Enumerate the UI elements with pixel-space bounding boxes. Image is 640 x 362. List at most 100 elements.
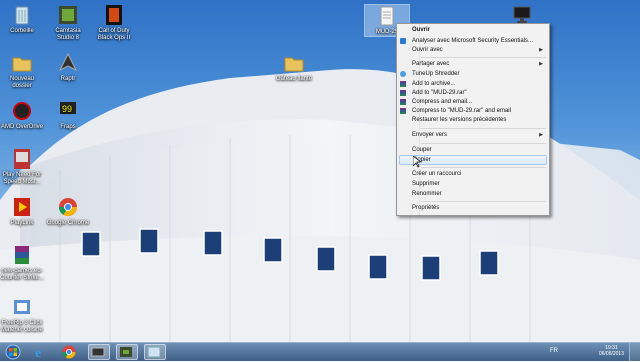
language-indicator[interactable]: FR: [550, 348, 558, 354]
taskbar-window-button[interactable]: [144, 344, 166, 360]
recycle-bin-shortcut[interactable]: Corbeille: [0, 4, 44, 35]
menu-item-add-to-rar[interactable]: Add to "MUD-29.rar": [399, 89, 547, 98]
context-menu: Ouvrir Analyser avec Microsoft Security …: [396, 23, 550, 216]
menu-item-restaurer-versions[interactable]: Restaurer les versions précédentes: [399, 116, 547, 125]
menu-item-label: Partager avec: [412, 61, 450, 67]
shortcut-label: Gâteau flanté: [275, 76, 313, 82]
show-desktop-button[interactable]: [629, 343, 640, 361]
freerip-shortcut[interactable]: FreeRip 3 Click Matériel cuisine: [0, 296, 44, 334]
menu-item-envoyer-vers[interactable]: Envoyer vers ▶: [399, 131, 547, 140]
recycle-bin-icon: [11, 4, 33, 26]
menu-separator: [421, 201, 546, 202]
winrar-icon: [400, 108, 406, 114]
menu-item-tuneup-shredder[interactable]: TuneUp Shredder: [399, 70, 547, 79]
camtasia-taskbar-icon: [120, 347, 132, 357]
app-window-taskbar-icon: [147, 346, 161, 358]
menu-item-copier[interactable]: Copier: [399, 155, 547, 165]
menu-item-ouvrir[interactable]: Ouvrir: [399, 26, 547, 35]
menu-item-couper[interactable]: Couper: [399, 146, 547, 155]
shortcut-label: new-games.eu-Counter-Strike...: [0, 268, 44, 281]
shortcut-label: Fraps: [60, 124, 76, 130]
shortcut-label: Nouveau dossier: [9, 76, 35, 89]
taskbar: e FR 19:31 06/08/2013: [0, 342, 640, 361]
shortcut-label: Call of Duty Black Ops II: [97, 28, 131, 41]
menu-item-renommer[interactable]: Renommer: [399, 190, 547, 199]
menu-item-proprietes[interactable]: Propriétés: [399, 204, 547, 213]
menu-item-ouvrir-avec[interactable]: Ouvrir avec ▶: [399, 46, 547, 55]
menu-item-label: Compress to "MUD-29.rar" and email: [412, 108, 511, 114]
menu-separator: [421, 57, 546, 58]
menu-item-label: Compress and email...: [412, 99, 473, 105]
taskbar-chrome-button[interactable]: [60, 344, 82, 360]
security-essentials-icon: [400, 38, 406, 44]
shortcut-label: Camtasia Studio 8: [55, 28, 81, 41]
fraps-shortcut[interactable]: 99 Fraps: [46, 100, 90, 131]
menu-item-label: Couper: [412, 147, 432, 153]
winrar-icon: [400, 99, 406, 105]
new-folder-shortcut[interactable]: Nouveau dossier: [0, 52, 44, 90]
menu-item-security-essentials[interactable]: Analyser avec Microsoft Security Essenti…: [399, 37, 547, 46]
amd-icon: [11, 100, 33, 122]
shortcut-label: Play Need For Speed Most...: [2, 172, 42, 185]
menu-separator: [421, 167, 546, 168]
menu-item-supprimer[interactable]: Supprimer: [399, 180, 547, 189]
nfs-shortcut[interactable]: Play Need For Speed Most...: [0, 148, 44, 186]
menu-item-label: Créer un raccourci: [412, 171, 462, 177]
start-button[interactable]: [4, 344, 26, 360]
winrar-archive-shortcut[interactable]: new-games.eu-Counter-Strike...: [0, 244, 44, 282]
menu-item-label: TuneUp Shredder: [412, 71, 460, 77]
shortcut-label: Google Chrome: [46, 220, 90, 226]
system-clock[interactable]: 19:31 06/08/2013: [599, 345, 624, 357]
taskbar-ie-button[interactable]: e: [32, 344, 54, 361]
fraps-icon: 99: [57, 100, 79, 122]
winrar-icon: [11, 244, 33, 266]
start-orb-icon: [5, 344, 21, 360]
camtasia-shortcut[interactable]: Camtasia Studio 8: [46, 4, 90, 42]
submenu-arrow-icon: ▶: [539, 61, 543, 67]
raptr-shortcut[interactable]: Raptr: [46, 52, 90, 83]
menu-separator: [421, 128, 546, 129]
mouse-cursor-icon: [413, 156, 421, 168]
menu-item-label: Restaurer les versions précédentes: [412, 117, 507, 123]
winrar-icon: [400, 81, 406, 87]
menu-item-label: Add to "MUD-29.rar": [412, 90, 467, 96]
chrome-shortcut[interactable]: Google Chrome: [46, 196, 90, 227]
menu-item-compress-rar-email[interactable]: Compress to "MUD-29.rar" and email: [399, 107, 547, 116]
new-folder-icon: [11, 52, 33, 74]
shortcut-label: PlayLink: [10, 220, 34, 226]
amd-shortcut[interactable]: AMD OverDrive: [0, 100, 44, 131]
tuneup-icon: [400, 71, 406, 77]
camtasia-icon: [57, 4, 79, 26]
chrome-icon: [62, 345, 76, 359]
desktop[interactable]: Corbeille Camtasia Studio 8 Call of Duty…: [0, 0, 640, 342]
winrar-icon: [400, 90, 406, 96]
svg-text:e: e: [35, 346, 41, 360]
submenu-arrow-icon: ▶: [539, 47, 543, 53]
taskbar-app-button[interactable]: [88, 344, 110, 360]
app-taskbar-icon: [91, 347, 105, 357]
folder-shortcut[interactable]: Gâteau flanté: [272, 52, 316, 83]
submenu-arrow-icon: ▶: [539, 132, 543, 138]
raptr-icon: [57, 52, 79, 74]
menu-item-partager-avec[interactable]: Partager avec ▶: [399, 60, 547, 69]
shortcut-label: Corbeille: [10, 28, 34, 34]
menu-item-add-to-archive[interactable]: Add to archive...: [399, 80, 547, 89]
black-ops-shortcut[interactable]: Call of Duty Black Ops II: [92, 4, 136, 42]
file-icon: [376, 5, 398, 27]
svg-text:99: 99: [62, 104, 72, 114]
nfs-icon: [11, 148, 33, 170]
menu-item-label: Supprimer: [412, 181, 440, 187]
clock-date: 06/08/2013: [598, 351, 624, 357]
menu-item-compress-email[interactable]: Compress and email...: [399, 98, 547, 107]
taskbar-camtasia-button[interactable]: [116, 344, 138, 360]
installer-icon: [11, 296, 33, 318]
playlink-icon: [11, 196, 33, 218]
menu-item-label: Envoyer vers: [412, 132, 448, 138]
shortcut-label: AMD OverDrive: [0, 124, 43, 130]
menu-item-label: Ouvrir: [412, 27, 431, 33]
playlink-shortcut[interactable]: PlayLink: [0, 196, 44, 227]
menu-item-creer-raccourci[interactable]: Créer un raccourci: [399, 170, 547, 179]
menu-item-label: Renommer: [412, 191, 442, 197]
menu-item-label: Add to archive...: [412, 81, 456, 87]
menu-item-label: Propriétés: [412, 205, 440, 211]
